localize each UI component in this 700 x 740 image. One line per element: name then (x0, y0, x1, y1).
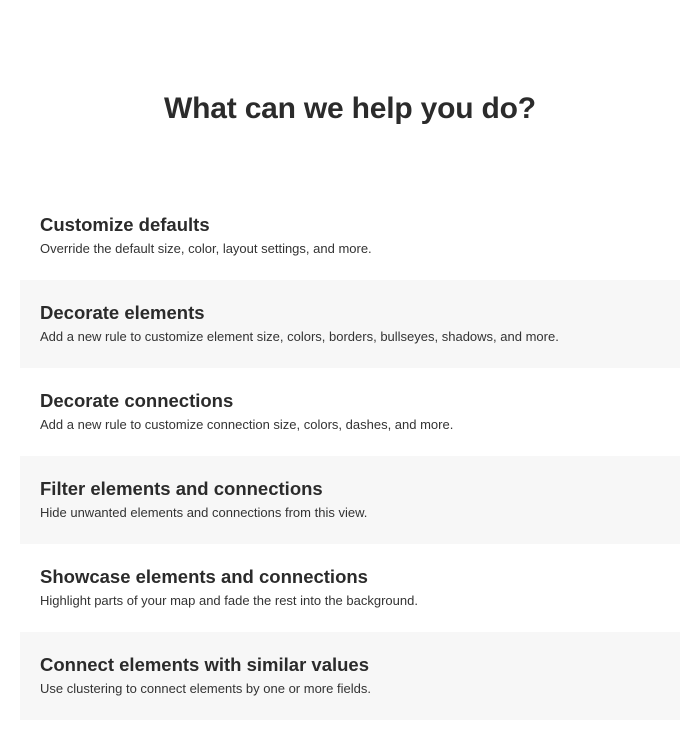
option-title: Filter elements and connections (40, 478, 323, 499)
option-connect-elements-with-similar-values[interactable]: Connect elements with similar values Use… (20, 632, 680, 720)
option-title: Showcase elements and connections (40, 566, 368, 587)
option-title: Connect elements with similar values (40, 654, 369, 675)
option-decorate-connections[interactable]: Decorate connections Add a new rule to c… (20, 368, 680, 456)
option-title: Decorate elements (40, 302, 205, 323)
option-list: Customize defaults Override the default … (20, 192, 680, 720)
option-description: Highlight parts of your map and fade the… (40, 593, 418, 608)
option-description: Use clustering to connect elements by on… (40, 681, 371, 696)
option-title: Decorate connections (40, 390, 234, 411)
option-description: Override the default size, color, layout… (40, 241, 372, 256)
option-decorate-elements[interactable]: Decorate elements Add a new rule to cust… (20, 280, 680, 368)
option-description: Add a new rule to customize element size… (40, 329, 559, 344)
option-description: Hide unwanted elements and connections f… (40, 505, 368, 520)
option-customize-defaults[interactable]: Customize defaults Override the default … (20, 192, 680, 280)
option-filter-elements-and-connections[interactable]: Filter elements and connections Hide unw… (20, 456, 680, 544)
page-title: What can we help you do? (164, 92, 536, 125)
option-title: Customize defaults (40, 214, 210, 235)
option-showcase-elements-and-connections[interactable]: Showcase elements and connections Highli… (20, 544, 680, 632)
option-description: Add a new rule to customize connection s… (40, 417, 454, 432)
